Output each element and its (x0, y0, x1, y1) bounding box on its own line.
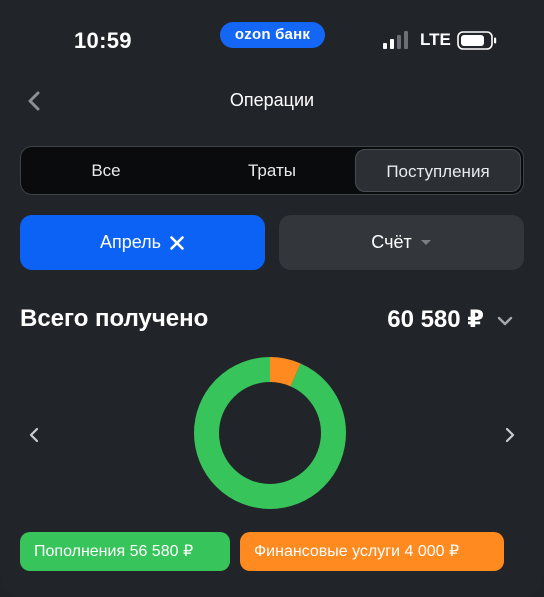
account-filter-button[interactable]: Счёт (279, 215, 524, 270)
donut-slice-0 (194, 357, 346, 509)
signal-icon (383, 31, 411, 49)
chevron-right-icon[interactable] (500, 424, 520, 446)
tab-income[interactable]: Поступления (355, 149, 521, 192)
brand-badge: ozon банк (220, 22, 325, 48)
month-filter-button[interactable]: Апрель (20, 215, 265, 270)
month-filter-label: Апрель (99, 232, 162, 252)
caret-down-icon (420, 239, 431, 245)
summary-amount: 60 580 ₽ (387, 306, 484, 333)
operations-screen: 10:59 ozon банк LTE Операции Все Траты П… (0, 0, 544, 597)
close-icon[interactable] (169, 235, 185, 251)
chevron-left-icon[interactable] (24, 424, 44, 446)
operations-type-tabs: Все Траты Поступления (20, 146, 524, 195)
battery-icon (457, 31, 497, 50)
summary-label: Всего получено (20, 305, 209, 332)
network-type: LTE (420, 30, 451, 49)
chevron-down-icon[interactable] (494, 310, 516, 332)
tab-expenses[interactable]: Траты (189, 149, 355, 192)
legend-chip-top-ups[interactable]: Пополнения 56 580 ₽ (20, 532, 230, 571)
status-time: 10:59 (74, 28, 132, 53)
account-filter-label: Счёт (371, 232, 412, 252)
status-bar: 10:59 ozon банк LTE (0, 0, 544, 80)
legend-chip-financial-services[interactable]: Финансовые услуги 4 000 ₽ (240, 532, 504, 571)
tab-all[interactable]: Все (23, 149, 189, 192)
page-title: Операции (229, 90, 315, 110)
income-donut-chart (194, 357, 346, 509)
